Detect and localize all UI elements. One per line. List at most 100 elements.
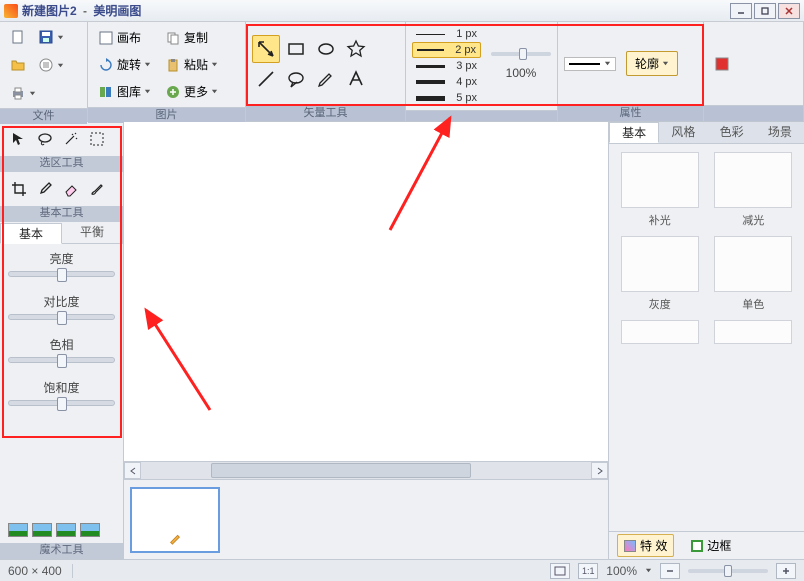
magic-tools-label: 魔术工具 bbox=[0, 543, 123, 559]
pencil-tool[interactable] bbox=[312, 65, 340, 93]
brightness-slider[interactable] bbox=[8, 271, 115, 277]
canvas[interactable] bbox=[124, 122, 608, 461]
open-file-button[interactable] bbox=[6, 54, 30, 76]
basic-tools-label: 基本工具 bbox=[0, 206, 123, 222]
ribbon-zoom-slider[interactable] bbox=[491, 52, 551, 56]
canvas-dimensions: 600 × 400 bbox=[8, 564, 73, 578]
saturation-label: 饱和度 bbox=[8, 379, 115, 396]
title-separator: - bbox=[83, 4, 87, 18]
new-file-button[interactable] bbox=[6, 26, 30, 48]
magic-preset-2[interactable] bbox=[32, 523, 52, 537]
effect-extra-2[interactable] bbox=[711, 320, 797, 344]
zoom-in-button[interactable] bbox=[776, 563, 796, 579]
saturation-slider[interactable] bbox=[8, 400, 115, 406]
titlebar: 新建图片2 - 美明画图 bbox=[0, 0, 804, 22]
page-thumbnail-1[interactable] bbox=[130, 487, 220, 553]
footer-effects-tab[interactable]: 特 效 bbox=[617, 534, 674, 557]
scroll-right-button[interactable] bbox=[591, 462, 608, 479]
contrast-label: 对比度 bbox=[8, 293, 115, 310]
select-tools-label: 选区工具 bbox=[0, 156, 123, 172]
scrollbar-thumb[interactable] bbox=[211, 463, 471, 478]
pages-strip bbox=[124, 479, 608, 559]
stroke-style-preview[interactable] bbox=[564, 57, 616, 71]
copy-label: 复制 bbox=[184, 29, 208, 46]
main-area: 选区工具 基本工具 基本 平衡 亮度 对比度 色相 饱和度 bbox=[0, 122, 804, 559]
copy-button[interactable]: 复制 bbox=[161, 26, 222, 49]
stroke-3px[interactable]: 3 px bbox=[412, 58, 481, 74]
ribbon: 文件 画布 旋转 图库 复制 粘贴 更多 图片 bbox=[0, 22, 804, 122]
paste-button[interactable]: 粘贴 bbox=[161, 53, 222, 76]
stroke-2px[interactable]: 2 px bbox=[412, 42, 481, 58]
brightness-label: 亮度 bbox=[8, 250, 115, 267]
app-icon bbox=[4, 4, 18, 18]
rotate-button[interactable]: 旋转 bbox=[94, 53, 155, 76]
rtab-scene[interactable]: 场景 bbox=[756, 122, 804, 143]
tab-balance[interactable]: 平衡 bbox=[62, 222, 123, 243]
hue-slider[interactable] bbox=[8, 357, 115, 363]
horizontal-scrollbar[interactable] bbox=[124, 461, 608, 479]
lasso-tool[interactable] bbox=[34, 128, 56, 150]
app-menu-button[interactable] bbox=[34, 54, 68, 76]
magic-preset-3[interactable] bbox=[56, 523, 76, 537]
magic-preset-4[interactable] bbox=[80, 523, 100, 537]
ellipse-tool[interactable] bbox=[312, 35, 340, 63]
ribbon-group-end-label bbox=[704, 105, 803, 121]
minimize-button[interactable] bbox=[730, 3, 752, 19]
save-button[interactable] bbox=[34, 26, 68, 48]
print-button[interactable] bbox=[6, 82, 40, 104]
crop-tool[interactable] bbox=[8, 178, 30, 200]
effect-mono[interactable]: 单色 bbox=[711, 236, 797, 312]
canvas-area bbox=[124, 122, 608, 559]
magic-preset-1[interactable] bbox=[8, 523, 28, 537]
effect-dim-light[interactable]: 减光 bbox=[711, 152, 797, 228]
close-button[interactable] bbox=[778, 3, 800, 19]
rtab-style[interactable]: 风格 bbox=[659, 122, 707, 143]
maximize-button[interactable] bbox=[754, 3, 776, 19]
canvas-label: 画布 bbox=[117, 29, 141, 46]
status-zoom-value: 100% bbox=[606, 564, 637, 578]
fit-screen-button[interactable] bbox=[550, 563, 570, 579]
brush-tool[interactable] bbox=[86, 178, 108, 200]
ribbon-group-file-label: 文件 bbox=[0, 108, 87, 124]
footer-border-tab[interactable]: 边框 bbox=[684, 534, 738, 557]
wand-tool[interactable] bbox=[60, 128, 82, 150]
star-tool[interactable] bbox=[342, 35, 370, 63]
text-tool[interactable] bbox=[342, 65, 370, 93]
effect-fill-light[interactable]: 补光 bbox=[617, 152, 703, 228]
color-swatch[interactable] bbox=[710, 53, 734, 75]
rectangle-tool[interactable] bbox=[282, 35, 310, 63]
line-tool[interactable] bbox=[252, 65, 280, 93]
ribbon-group-shapes-label: 矢量工具 bbox=[246, 105, 405, 121]
rtab-color[interactable]: 色彩 bbox=[708, 122, 756, 143]
contrast-slider[interactable] bbox=[8, 314, 115, 320]
select-arrow-tool[interactable] bbox=[8, 128, 30, 150]
stroke-5px[interactable]: 5 px bbox=[412, 90, 481, 106]
app-name: 美明画图 bbox=[93, 4, 141, 18]
outline-button[interactable]: 轮廓 bbox=[626, 51, 678, 76]
stroke-1px[interactable]: 1 px bbox=[412, 26, 481, 42]
pointer-tool[interactable] bbox=[252, 35, 280, 63]
effect-grayscale[interactable]: 灰度 bbox=[617, 236, 703, 312]
eraser-tool[interactable] bbox=[60, 178, 82, 200]
status-zoom-slider[interactable] bbox=[688, 569, 768, 573]
canvas-button[interactable]: 画布 bbox=[94, 26, 155, 49]
marquee-tool[interactable] bbox=[86, 128, 108, 150]
zoom-out-button[interactable] bbox=[660, 563, 680, 579]
effect-extra-1[interactable] bbox=[617, 320, 703, 344]
stroke-4px[interactable]: 4 px bbox=[412, 74, 481, 90]
tab-basic[interactable]: 基本 bbox=[0, 223, 62, 244]
rtab-basic[interactable]: 基本 bbox=[609, 122, 659, 143]
more-label: 更多 bbox=[184, 83, 208, 100]
stroke-width-list: 1 px 2 px 3 px 4 px 5 px bbox=[412, 26, 481, 106]
speech-bubble-tool[interactable] bbox=[282, 65, 310, 93]
more-button[interactable]: 更多 bbox=[161, 80, 222, 103]
ribbon-group-stroke-label bbox=[406, 110, 557, 121]
library-button[interactable]: 图库 bbox=[94, 80, 155, 103]
scroll-left-button[interactable] bbox=[124, 462, 141, 479]
left-panel: 选区工具 基本工具 基本 平衡 亮度 对比度 色相 饱和度 bbox=[0, 122, 124, 559]
zoom-dropdown-icon[interactable] bbox=[645, 567, 652, 574]
shape-tool-grid bbox=[252, 35, 400, 93]
right-panel: 基本 风格 色彩 场景 补光 减光 灰度 单色 特 效 边框 bbox=[608, 122, 804, 559]
actual-size-button[interactable]: 1:1 bbox=[578, 563, 598, 579]
eyedropper-tool[interactable] bbox=[34, 178, 56, 200]
